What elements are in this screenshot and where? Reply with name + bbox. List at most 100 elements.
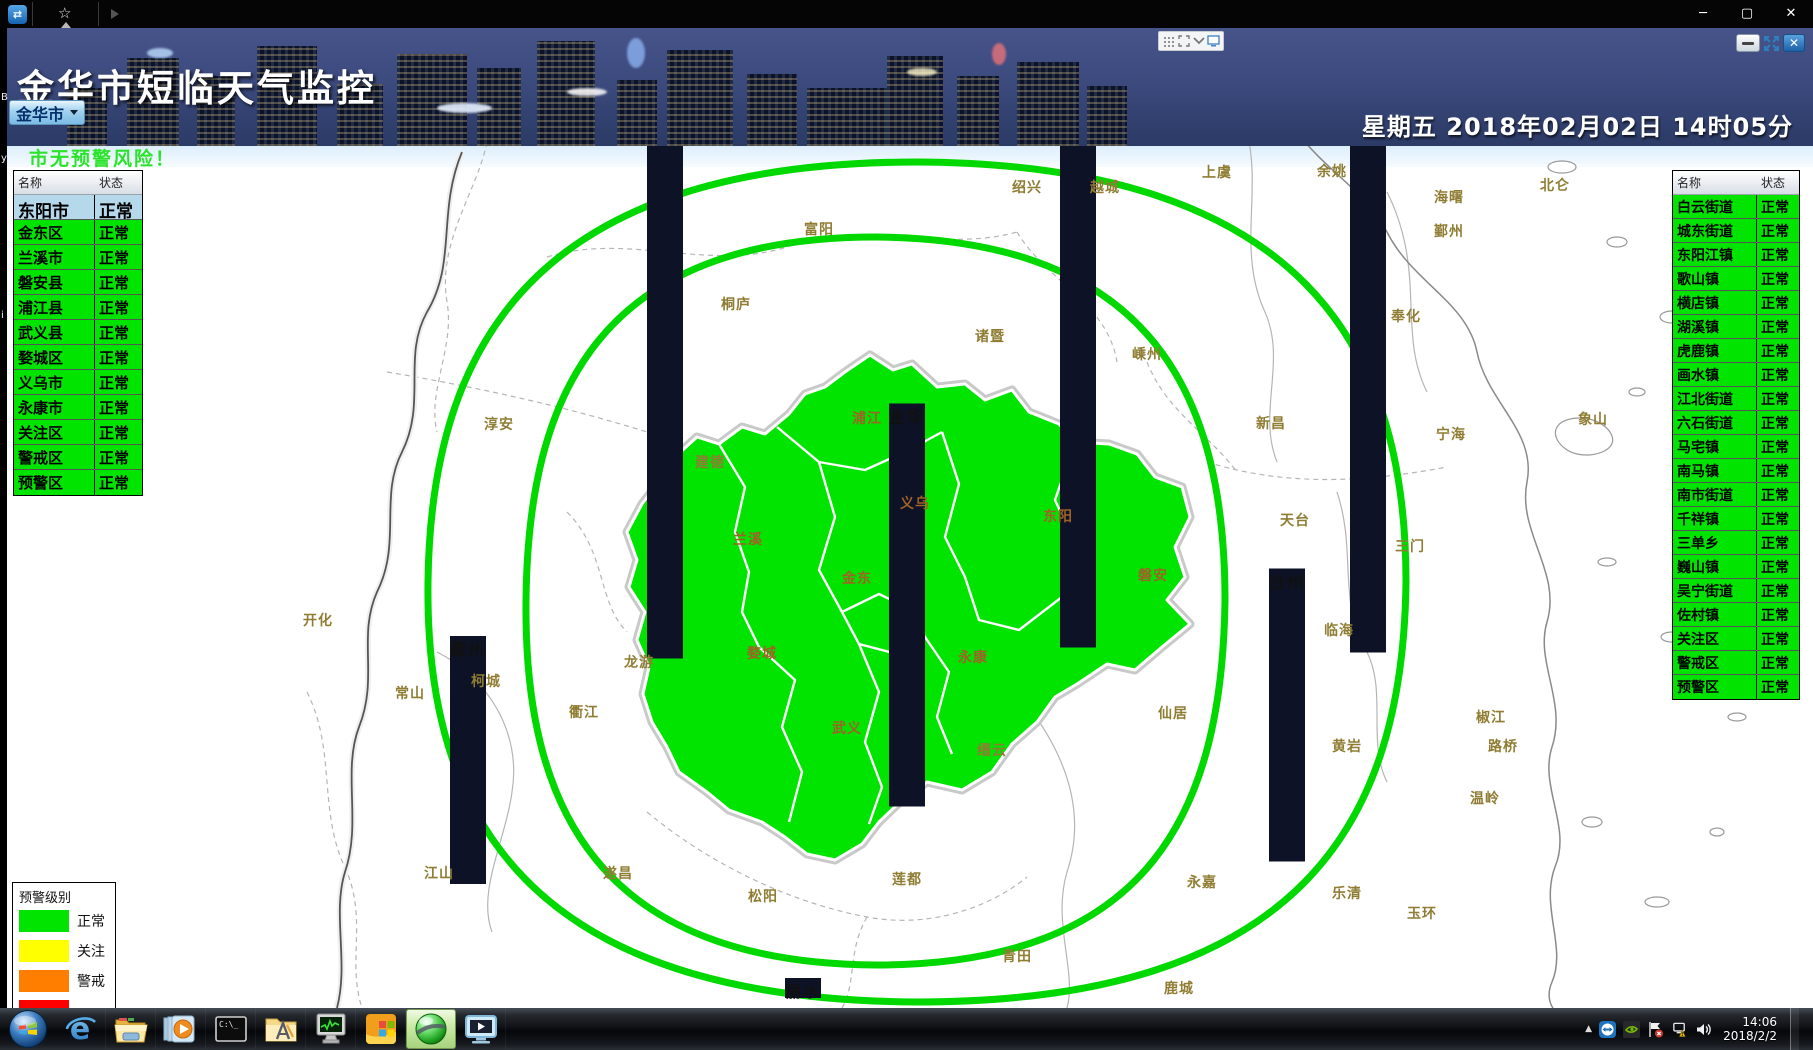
chevron-down-icon xyxy=(70,110,78,115)
row-status: 正常 xyxy=(95,270,142,294)
weather-app-icon[interactable] xyxy=(406,1009,456,1049)
media-viewer-icon[interactable] xyxy=(456,1009,506,1049)
table-row[interactable]: 横店镇正常 xyxy=(1673,291,1799,315)
table-row[interactable]: 永康市正常 xyxy=(14,395,142,420)
apps-grid-icon[interactable] xyxy=(1162,35,1175,48)
map-label-county: 象山 xyxy=(1578,409,1608,429)
table-row[interactable]: 南市街道正常 xyxy=(1673,483,1799,507)
teamviewer-tray-icon[interactable] xyxy=(1599,1021,1616,1038)
map-label-county: 龙游 xyxy=(624,652,654,672)
table-row[interactable]: 警戒区正常 xyxy=(14,445,142,470)
forward-arrow-icon[interactable] xyxy=(111,9,119,19)
system-monitor-icon[interactable] xyxy=(306,1009,356,1049)
action-center-flag-icon[interactable] xyxy=(1647,1021,1664,1038)
table-row[interactable]: 金东区正常 xyxy=(14,220,142,245)
map-label-county: 路桥 xyxy=(1488,736,1518,756)
start-button[interactable] xyxy=(8,1009,48,1049)
region-dropdown[interactable]: 金华市 xyxy=(9,100,85,125)
network-warning-icon[interactable] xyxy=(1671,1021,1688,1038)
column-header[interactable]: 名称 xyxy=(14,171,95,194)
map-label-county: 桐庐 xyxy=(721,294,751,314)
table-row[interactable]: 磐安县正常 xyxy=(14,270,142,295)
map-label-green: 永康 xyxy=(958,647,988,667)
tray-clock[interactable]: 14:06 2018/2/2 xyxy=(1723,1015,1777,1043)
table-row[interactable]: 预警区正常 xyxy=(14,470,142,495)
weather-map[interactable]: 市无预警风险！ 杭州绍兴宁波金华台州衢州丽水绍兴越城上虞余姚海曙鄞州北仑富阳桐庐… xyxy=(7,132,1813,1008)
legend-swatch xyxy=(19,910,69,932)
map-label-city: 台州 xyxy=(1269,569,1305,862)
viewer-fullscreen-icon[interactable] xyxy=(1763,35,1780,52)
warning-level-legend: 预警级别 正常关注警戒 xyxy=(12,882,116,1008)
table-row[interactable]: 警戒区正常 xyxy=(1673,651,1799,675)
monitor-icon[interactable] xyxy=(1207,35,1220,48)
map-label-county: 开化 xyxy=(303,610,333,630)
row-status: 正常 xyxy=(1757,315,1799,338)
table-row[interactable]: 三单乡正常 xyxy=(1673,531,1799,555)
table-row[interactable]: 南马镇正常 xyxy=(1673,459,1799,483)
table-row[interactable]: 湖溪镇正常 xyxy=(1673,315,1799,339)
legend-label: 关注 xyxy=(77,941,105,961)
office-app-icon[interactable] xyxy=(356,1009,406,1049)
viewer-close-button[interactable]: ✕ xyxy=(1783,34,1805,52)
nvidia-icon[interactable] xyxy=(1623,1021,1640,1038)
table-row[interactable]: 婺城区正常 xyxy=(14,345,142,370)
table-row[interactable]: 佐村镇正常 xyxy=(1673,603,1799,627)
column-header[interactable]: 名称 xyxy=(1673,171,1757,194)
file-explorer-icon[interactable] xyxy=(106,1009,156,1049)
column-header[interactable]: 状态 xyxy=(95,171,142,194)
table-row[interactable]: 义乌市正常 xyxy=(14,370,142,395)
table-row[interactable]: 关注区正常 xyxy=(14,420,142,445)
table-row[interactable]: 巍山镇正常 xyxy=(1673,555,1799,579)
table-row[interactable]: 预警区正常 xyxy=(1673,675,1799,699)
table-row[interactable]: 画水镇正常 xyxy=(1673,363,1799,387)
row-status: 正常 xyxy=(95,470,142,495)
table-row[interactable]: 关注区正常 xyxy=(1673,627,1799,651)
chevron-down-icon[interactable] xyxy=(1192,35,1205,48)
column-header[interactable]: 状态 xyxy=(1757,171,1799,194)
row-name: 虎鹿镇 xyxy=(1673,339,1757,362)
table-row[interactable]: 吴宁街道正常 xyxy=(1673,579,1799,603)
internet-explorer-icon[interactable]: e xyxy=(56,1009,106,1049)
show-desktop-button[interactable] xyxy=(1790,1008,1799,1050)
table-row[interactable]: 东阳江镇正常 xyxy=(1673,243,1799,267)
window-minimize-button[interactable]: ─ xyxy=(1681,0,1725,26)
table-row[interactable]: 浦江县正常 xyxy=(14,295,142,320)
row-status: 正常 xyxy=(95,295,142,319)
row-status: 正常 xyxy=(1757,435,1799,458)
map-label-county: 缙云 xyxy=(977,740,1007,760)
map-label-county: 莲都 xyxy=(892,869,922,889)
district-status-table: 名称状态东阳市正常金东区正常兰溪市正常磐安县正常浦江县正常武义县正常婺城区正常义… xyxy=(13,170,143,496)
teamviewer-icon[interactable]: ⇄ xyxy=(8,5,27,24)
table-row[interactable]: 马宅镇正常 xyxy=(1673,435,1799,459)
tools-folder-icon[interactable] xyxy=(256,1009,306,1049)
separator xyxy=(98,2,99,26)
table-row[interactable]: 城东街道正常 xyxy=(1673,219,1799,243)
map-label-city: 丽水 xyxy=(785,978,821,998)
legend-label: 正常 xyxy=(77,911,105,931)
table-row[interactable]: 兰溪市正常 xyxy=(14,245,142,270)
volume-icon[interactable] xyxy=(1695,1021,1712,1038)
table-row[interactable]: 虎鹿镇正常 xyxy=(1673,339,1799,363)
table-row[interactable]: 武义县正常 xyxy=(14,320,142,345)
table-row[interactable]: 歌山镇正常 xyxy=(1673,267,1799,291)
table-row[interactable]: 千祥镇正常 xyxy=(1673,507,1799,531)
expand-icon[interactable] xyxy=(1177,35,1190,48)
hidden-icons-arrow[interactable]: ▲ xyxy=(1585,1024,1592,1034)
table-row[interactable]: 六石街道正常 xyxy=(1673,411,1799,435)
favorites-star-icon[interactable]: ☆ xyxy=(58,4,71,22)
datetime-display: 星期五 2018年02月02日 14时05分 xyxy=(1362,107,1793,142)
command-prompt-icon[interactable]: C:\_ xyxy=(206,1009,256,1049)
map-label-county: 天台 xyxy=(1280,510,1310,530)
table-row[interactable]: 东阳市正常 xyxy=(14,195,142,220)
window-close-button[interactable]: ✕ xyxy=(1769,0,1813,26)
map-label-green: 义乌 xyxy=(900,493,930,513)
table-row[interactable]: 江北街道正常 xyxy=(1673,387,1799,411)
legend-item xyxy=(19,1000,109,1008)
table-row[interactable]: 白云街道正常 xyxy=(1673,195,1799,219)
media-player-icon[interactable] xyxy=(156,1009,206,1049)
alert-banner: 市无预警风险！ xyxy=(29,144,176,171)
viewer-minimize-button[interactable] xyxy=(1736,34,1760,52)
row-name: 吴宁街道 xyxy=(1673,579,1757,602)
row-name: 金东区 xyxy=(14,220,95,244)
window-maximize-button[interactable]: ▢ xyxy=(1725,0,1769,26)
